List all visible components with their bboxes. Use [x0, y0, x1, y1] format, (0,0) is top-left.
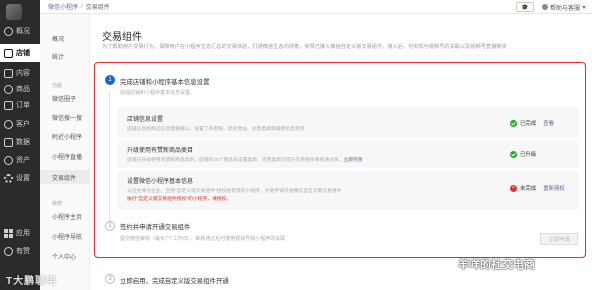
- subnav-group-function: 功能: [52, 83, 63, 89]
- rail-item-overview[interactable]: 概况: [0, 22, 40, 40]
- data-icon: [4, 137, 13, 147]
- rail-item-settings[interactable]: 设置: [0, 169, 40, 187]
- asset-icon: [4, 155, 13, 165]
- rail-item-store[interactable]: 店铺: [0, 44, 40, 62]
- rail-item-youzan[interactable]: 有赞: [0, 242, 40, 260]
- breadcrumb-separator: /: [81, 3, 83, 10]
- subnav-item-live[interactable]: 小程序直播: [52, 152, 82, 161]
- subnav-item-trade-component[interactable]: 交易组件: [52, 173, 76, 182]
- order-icon: [4, 100, 13, 110]
- home-icon: [4, 26, 13, 36]
- help-button[interactable]: 帮助与客服: [541, 3, 586, 12]
- step-3-title: 立即启用，完成自定义版交易组件开通: [120, 278, 229, 285]
- subnav-item-nearby[interactable]: 附近小程序: [52, 132, 82, 141]
- settings-icon: [4, 173, 13, 183]
- rail-item-data[interactable]: 数据: [0, 133, 40, 151]
- content-icon: [4, 68, 13, 78]
- page-title: 交易组件: [102, 32, 142, 43]
- store-icon: [4, 48, 13, 58]
- customer-icon: [4, 119, 13, 129]
- subnav-item-navigation[interactable]: 小程序导航: [52, 232, 82, 241]
- subnav-item-stats[interactable]: 统计: [52, 52, 64, 61]
- account-avatar[interactable]: [6, 4, 22, 20]
- header-actions: 🎓 帮助与客服: [515, 0, 586, 14]
- help-icon: [541, 4, 548, 10]
- apps-icon: [4, 228, 13, 238]
- subnav-item-homepage[interactable]: 小程序主页: [52, 212, 82, 221]
- graduation-cap-icon[interactable]: 🎓: [515, 2, 534, 12]
- watermark-left: T大鹏聊电: [6, 276, 58, 287]
- subnav-item-overview[interactable]: 概况: [52, 34, 64, 43]
- step-3-badge: 3: [105, 274, 115, 284]
- rail-item-apps[interactable]: 应用: [0, 224, 40, 242]
- top-header: 微信小程序 / 交易组件 🎓 帮助与客服: [40, 0, 592, 14]
- watermark-right: 羊咩的社交电商: [440, 256, 535, 272]
- subnav-item-search[interactable]: 微信搜一搜: [52, 113, 82, 122]
- secondary-sidebar: 概况 统计 功能 微信圈子 微信搜一搜 附近小程序 小程序直播 交易组件 装修 …: [40, 14, 90, 290]
- product-icon: [4, 84, 13, 94]
- chevron-down-icon: [582, 5, 586, 9]
- subnav-group-deco: 装修: [52, 201, 63, 207]
- subnav-item-profile[interactable]: 个人中心: [52, 252, 76, 261]
- rail-item-customer[interactable]: 客户: [0, 115, 40, 133]
- wechat-icon: [440, 258, 454, 270]
- highlight-frame: [94, 62, 586, 258]
- main-sidebar: 概况 店铺 内容 商品 订单 客户 数据 资产 设置 应用 有赞: [0, 0, 40, 290]
- breadcrumb-parent[interactable]: 微信小程序: [48, 2, 78, 11]
- help-label: 帮助与客服: [549, 5, 580, 12]
- breadcrumb-current: 交易组件: [85, 5, 110, 11]
- page-description: 为了帮助用户交易行为，保障用户在小程序生态汇总的交易体验，打通微信生态内场景，有…: [102, 44, 507, 50]
- subnav-item-circle[interactable]: 微信圈子: [52, 94, 76, 103]
- youzan-icon: [4, 246, 13, 256]
- rail-item-order[interactable]: 订单: [0, 96, 40, 114]
- rail-item-asset[interactable]: 资产: [0, 151, 40, 169]
